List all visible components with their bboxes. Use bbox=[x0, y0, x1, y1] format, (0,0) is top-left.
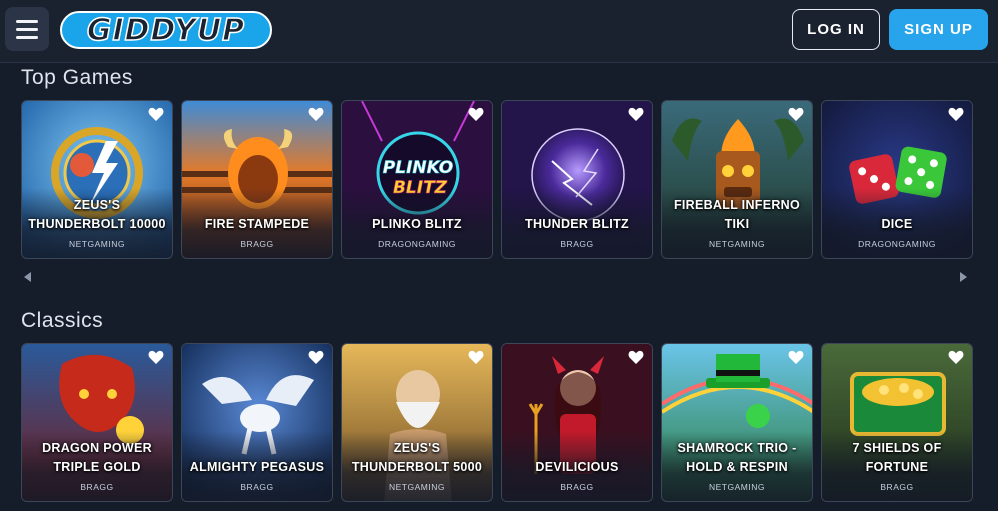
heart-icon[interactable] bbox=[308, 350, 324, 365]
game-card[interactable]: Almighty Pegasus BRAGG bbox=[181, 343, 333, 502]
plinko-logo-line1: PLINKO bbox=[383, 158, 453, 178]
game-title: Dice bbox=[881, 217, 913, 231]
game-title: 7 Shields of Fortune bbox=[852, 441, 942, 474]
game-provider: DRAGONGAMING bbox=[858, 239, 936, 249]
hamburger-icon-bar bbox=[16, 27, 38, 31]
section-title-top-games: Top Games bbox=[21, 66, 133, 89]
game-title: Thunder Blitz bbox=[525, 217, 629, 231]
signup-button[interactable]: SIGN UP bbox=[889, 9, 988, 50]
heart-icon[interactable] bbox=[948, 107, 964, 122]
game-provider: NETGAMING bbox=[709, 239, 765, 249]
game-card[interactable]: Dice DRAGONGAMING bbox=[821, 100, 973, 259]
game-title: Zeus's Thunderbolt 10000 bbox=[28, 198, 166, 231]
games-row-classics: Dragon Power Triple Gold BRAGG Almighty … bbox=[20, 343, 975, 504]
hamburger-icon-bar bbox=[16, 19, 38, 23]
arrow-left-icon[interactable] bbox=[24, 272, 32, 282]
heart-icon[interactable] bbox=[468, 107, 484, 122]
top-header: GIDDYUP LOG IN SIGN UP bbox=[0, 0, 998, 63]
game-provider: NETGAMING bbox=[389, 482, 445, 492]
game-provider: NETGAMING bbox=[709, 482, 765, 492]
game-provider: BRAGG bbox=[240, 239, 274, 249]
login-button[interactable]: LOG IN bbox=[792, 9, 880, 50]
game-card[interactable]: Shamrock Trio - Hold & Respin NETGAMING bbox=[661, 343, 813, 502]
game-title: Shamrock Trio - Hold & Respin bbox=[677, 441, 797, 474]
game-title: Devilicious bbox=[535, 460, 619, 474]
hamburger-menu-button[interactable] bbox=[5, 7, 49, 51]
heart-icon[interactable] bbox=[308, 107, 324, 122]
game-card[interactable]: PLINKO BLITZ Plinko Blitz DRAGONGAMING bbox=[341, 100, 493, 259]
heart-icon[interactable] bbox=[148, 350, 164, 365]
game-provider: BRAGG bbox=[560, 239, 594, 249]
brand-logo[interactable]: GIDDYUP bbox=[60, 9, 272, 51]
arrow-right-icon[interactable] bbox=[959, 272, 967, 282]
games-row-top-games: Zeus's Thunderbolt 10000 NETGAMING Fire … bbox=[20, 100, 975, 261]
heart-icon[interactable] bbox=[468, 350, 484, 365]
game-card[interactable]: Fireball Inferno Tiki NETGAMING bbox=[661, 100, 813, 259]
heart-icon[interactable] bbox=[788, 350, 804, 365]
game-title: Zeus's Thunderbolt 5000 bbox=[351, 441, 483, 474]
game-provider: BRAGG bbox=[80, 482, 114, 492]
game-card[interactable]: Devilicious BRAGG bbox=[501, 343, 653, 502]
game-title: Plinko Blitz bbox=[372, 217, 462, 231]
logo-text: GIDDYUP bbox=[86, 12, 246, 49]
game-provider: BRAGG bbox=[240, 482, 274, 492]
game-card[interactable]: Thunder Blitz BRAGG bbox=[501, 100, 653, 259]
game-provider: BRAGG bbox=[560, 482, 594, 492]
game-card[interactable]: Fire Stampede BRAGG bbox=[181, 100, 333, 259]
heart-icon[interactable] bbox=[628, 350, 644, 365]
game-provider: DRAGONGAMING bbox=[378, 239, 456, 249]
hamburger-icon-bar bbox=[16, 35, 38, 39]
heart-icon[interactable] bbox=[628, 107, 644, 122]
game-title: Dragon Power Triple Gold bbox=[42, 441, 152, 474]
game-title: Fire Stampede bbox=[204, 217, 310, 231]
heart-icon[interactable] bbox=[948, 350, 964, 365]
game-title: Fireball Inferno Tiki bbox=[673, 198, 801, 231]
game-provider: NETGAMING bbox=[69, 239, 125, 249]
heart-icon[interactable] bbox=[148, 107, 164, 122]
game-card[interactable]: 7 Shields of Fortune BRAGG bbox=[821, 343, 973, 502]
game-card[interactable]: Zeus's Thunderbolt 5000 NETGAMING bbox=[341, 343, 493, 502]
game-provider: BRAGG bbox=[880, 482, 914, 492]
game-card[interactable]: Zeus's Thunderbolt 10000 NETGAMING bbox=[21, 100, 173, 259]
game-title: Almighty Pegasus bbox=[189, 460, 325, 474]
heart-icon[interactable] bbox=[788, 107, 804, 122]
game-card[interactable]: Dragon Power Triple Gold BRAGG bbox=[21, 343, 173, 502]
section-title-classics: Classics bbox=[21, 309, 104, 332]
